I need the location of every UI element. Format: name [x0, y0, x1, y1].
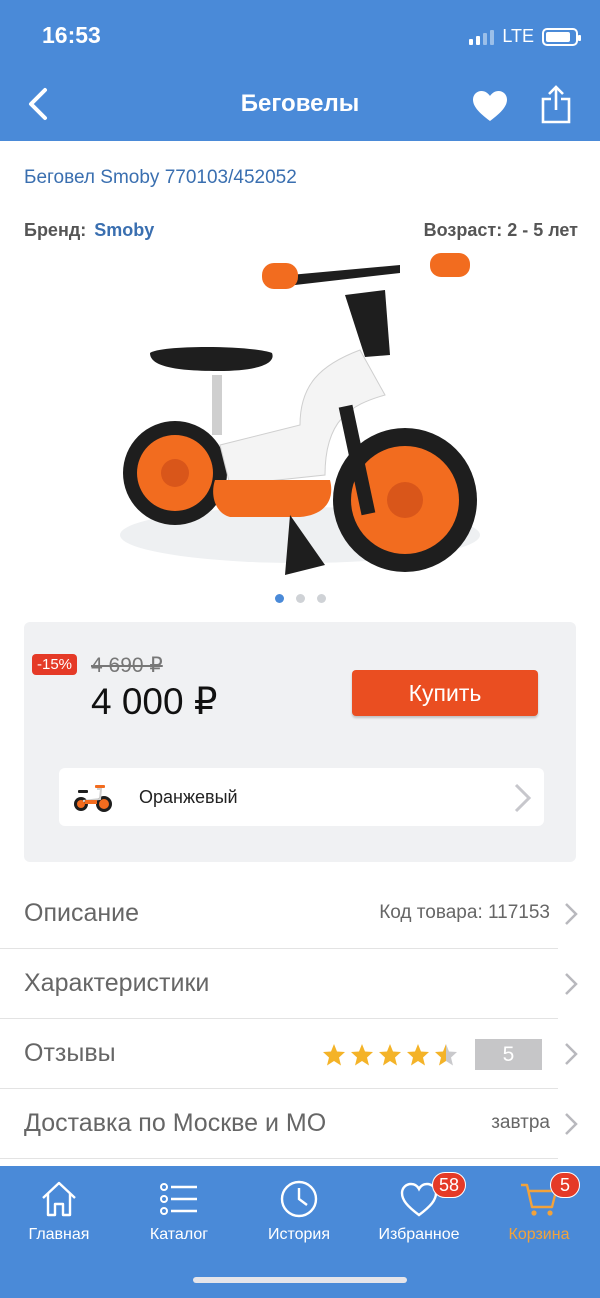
- old-price: 4 690 ₽: [91, 654, 163, 677]
- discount-badge: -15%: [32, 654, 78, 675]
- battery-icon: [542, 27, 581, 46]
- star-icon: [323, 1044, 345, 1066]
- star-icon: [351, 1044, 373, 1066]
- status-indicators: LTE: [469, 26, 581, 47]
- share-icon: [541, 85, 571, 124]
- header: 16:53 LTE Беговелы: [0, 0, 600, 141]
- delivery-label: Доставка по Москве и МО: [24, 1109, 327, 1137]
- clock-icon: [280, 1180, 318, 1218]
- status-time: 16:53: [42, 22, 101, 48]
- tab-history-label: История: [267, 1226, 331, 1243]
- product-name: Беговел Smoby 770103/452052: [24, 167, 297, 188]
- tab-home-label: Главная: [28, 1226, 90, 1243]
- rating-stars: [322, 1043, 458, 1067]
- brand-link[interactable]: Smoby: [94, 220, 154, 240]
- color-thumbnail: [63, 768, 123, 826]
- page-title: Беговелы: [240, 90, 360, 117]
- heart-icon: [473, 91, 507, 121]
- share-button[interactable]: [536, 80, 576, 128]
- tab-catalog[interactable]: Каталог: [124, 1176, 234, 1256]
- delivery-row[interactable]: Доставка по Москве и МО завтра: [0, 1089, 578, 1159]
- reviews-row[interactable]: Отзывы 5: [0, 1019, 578, 1089]
- pagination-dot[interactable]: [316, 594, 326, 603]
- star-icon: [435, 1044, 457, 1066]
- description-label: Описание: [24, 899, 140, 927]
- delivery-value: завтра: [491, 1112, 550, 1133]
- product-code: Код товара: 117153: [379, 902, 550, 923]
- chevron-right-icon: [514, 783, 532, 813]
- chevron-right-icon: [565, 903, 578, 925]
- specs-label: Характеристики: [24, 969, 210, 997]
- image-pagination[interactable]: [0, 594, 600, 603]
- chevron-right-icon: [565, 1113, 578, 1135]
- list-icon: [160, 1183, 197, 1215]
- star-icon: [379, 1044, 401, 1066]
- pagination-dot[interactable]: [295, 594, 305, 603]
- specs-row[interactable]: Характеристики: [0, 949, 578, 1019]
- chevron-right-icon: [565, 1043, 578, 1065]
- tab-history[interactable]: История: [244, 1176, 354, 1256]
- favorites-badge: 58: [432, 1172, 467, 1198]
- favorite-button[interactable]: [470, 84, 510, 128]
- tab-cart[interactable]: Корзина 5: [484, 1172, 594, 1256]
- home-indicator[interactable]: [193, 1277, 407, 1283]
- network-type: LTE: [502, 26, 534, 46]
- tab-favorites[interactable]: Избранное 58: [364, 1172, 474, 1256]
- pagination-dot[interactable]: [274, 594, 284, 603]
- age-label: Возраст: 2 - 5 лет: [423, 220, 578, 240]
- brand-age-row: Бренд: Smoby Возраст: 2 - 5 лет: [24, 220, 578, 241]
- color-label: Оранжевый: [139, 786, 238, 807]
- reviews-label: Отзывы: [24, 1039, 116, 1067]
- tab-cart-label: Корзина: [508, 1226, 570, 1243]
- tab-catalog-label: Каталог: [149, 1226, 209, 1243]
- home-icon: [42, 1181, 76, 1217]
- color-selector[interactable]: Оранжевый: [59, 768, 544, 826]
- balance-bike-image: [120, 253, 480, 575]
- brand: Бренд: Smoby: [24, 220, 154, 241]
- cart-badge: 5: [550, 1172, 580, 1198]
- tab-favorites-label: Избранное: [378, 1226, 460, 1243]
- tab-home[interactable]: Главная: [4, 1176, 114, 1256]
- current-price: 4 000 ₽: [91, 681, 218, 722]
- signal-icon: [469, 29, 495, 45]
- description-row[interactable]: Описание Код товара: 117153: [0, 879, 578, 949]
- price-card: -15% 4 690 ₽ 4 000 ₽ Купить Оранжевый: [24, 622, 576, 862]
- brand-label: Бренд:: [24, 220, 87, 240]
- star-icon: [407, 1044, 429, 1066]
- buy-button[interactable]: Купить: [352, 670, 538, 716]
- chevron-right-icon: [565, 973, 578, 995]
- product-image[interactable]: [100, 245, 500, 590]
- review-count: 5: [475, 1039, 542, 1070]
